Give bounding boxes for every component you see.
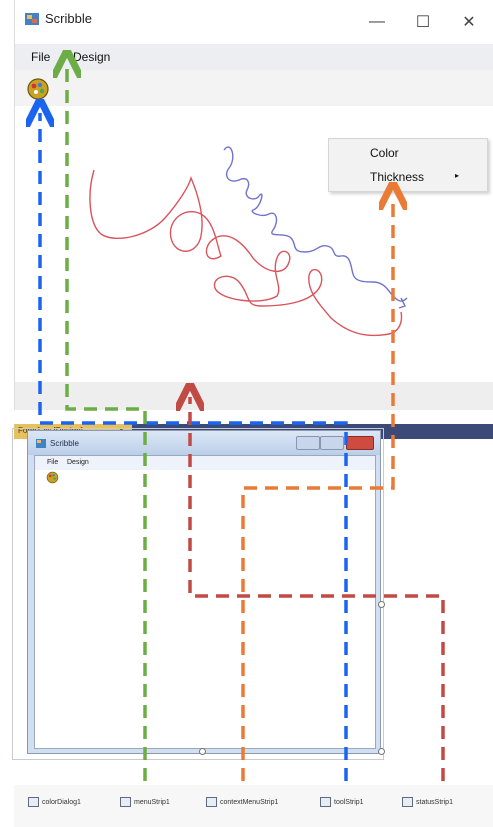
tray-item-tool-strip[interactable]: toolStrip1 [320,797,364,807]
form-title-bar: Scribble [28,431,380,455]
tray-label: colorDialog1 [42,798,81,806]
component-icon [28,797,39,807]
form-close-button [346,436,374,450]
resize-handle[interactable] [378,748,385,755]
palette-icon[interactable] [46,471,59,484]
palette-icon[interactable] [26,77,50,101]
app-window: Scribble — ☐ ✕ File Design Color Thickne… [14,0,493,410]
thickness-item-label: Thickness [370,170,425,184]
close-button[interactable]: ✕ [446,4,492,40]
design-form[interactable]: Scribble File Design [27,430,381,754]
menu-bar: File Design [15,44,493,70]
color-item-label: Color [370,146,399,160]
form-title: Scribble [50,439,79,448]
form-maximize-button [320,436,344,450]
minimize-button[interactable]: — [354,4,400,40]
resize-handle[interactable] [199,748,206,755]
menu-file[interactable]: File [31,50,50,64]
maximize-button[interactable]: ☐ [400,4,446,40]
form-menu-design[interactable]: Design [67,459,89,466]
form-menu-strip: File Design [35,456,375,470]
tray-item-menu-strip[interactable]: menuStrip1 [120,797,170,807]
tray-label: toolStrip1 [334,798,364,806]
context-menu-icon [206,797,217,807]
tray-label: statusStrip1 [416,798,453,806]
tray-item-status-strip[interactable]: statusStrip1 [402,797,453,807]
tray-label: menuStrip1 [134,798,170,806]
form-client-area: File Design [34,455,376,749]
title-bar: Scribble — ☐ ✕ [15,0,493,44]
menu-design[interactable]: Design [73,50,110,64]
tray-item-context-menu-strip[interactable]: contextMenuStrip1 [206,797,278,807]
status-strip-icon [402,797,413,807]
component-tray: colorDialog1 menuStrip1 contextMenuStrip… [14,785,493,827]
tool-strip-icon [320,797,331,807]
context-menu: Color Thickness ▸ [328,138,488,192]
context-menu-thickness[interactable]: Thickness ▸ [329,165,487,189]
tray-label: contextMenuStrip1 [220,798,279,806]
tray-item-color-dialog[interactable]: colorDialog1 [28,797,81,807]
status-strip [15,382,493,410]
window-title: Scribble [45,11,92,26]
context-menu-color[interactable]: Color [329,141,487,165]
paint-palette-icon [25,13,39,25]
toolbar [15,70,493,106]
submenu-arrow-icon: ▸ [455,171,460,180]
paint-palette-icon [36,439,46,448]
menu-strip-icon [120,797,131,807]
form-menu-file[interactable]: File [47,459,58,466]
form-minimize-button [296,436,320,450]
red-scribble [89,169,403,337]
resize-handle[interactable] [378,601,385,608]
